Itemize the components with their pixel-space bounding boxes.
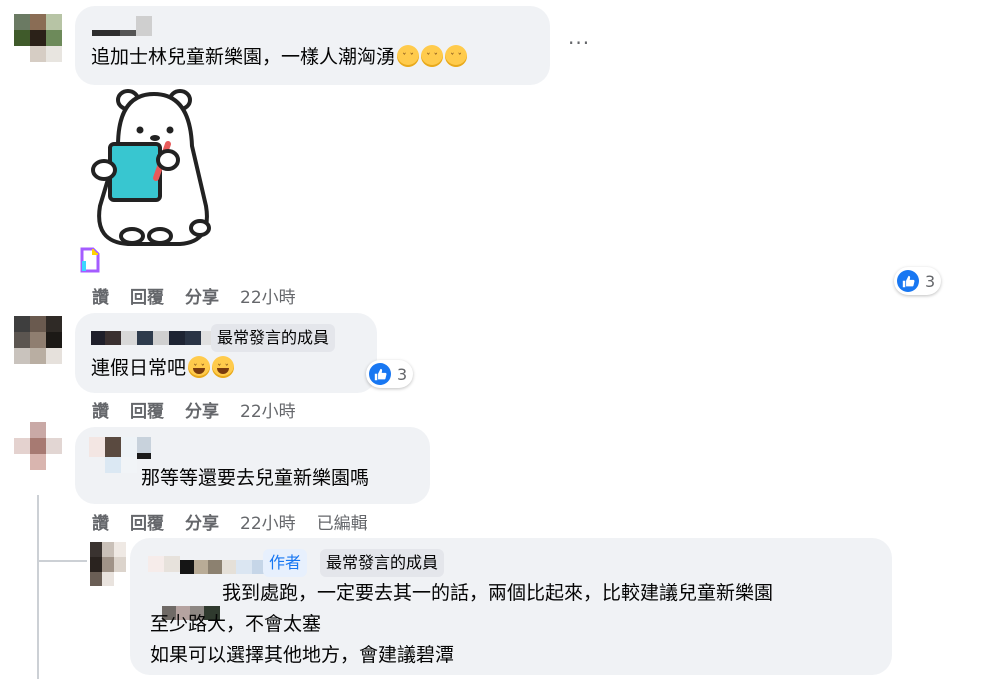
avatar[interactable]	[90, 542, 126, 586]
like-button[interactable]: 讚	[92, 514, 109, 534]
reply-thread-line	[37, 495, 39, 679]
reply-bubble: 我到處跑，一定要去其一的話，兩個比起來，比較建議兒童新樂園 至少路大，不會太塞 …	[130, 538, 892, 675]
comment-text: 連假日常吧	[91, 357, 187, 379]
rolling-laughing-face-icon	[212, 356, 235, 380]
avatar[interactable]	[14, 422, 62, 470]
top-contributor-badge[interactable]: 最常發言的成員	[211, 324, 336, 352]
timestamp[interactable]: 22小時	[240, 402, 296, 422]
comment-text: 追加士林兒童新樂園，一樣人潮洶湧	[91, 46, 396, 68]
comment-bubble: 那等等還要去兒童新樂園嗎	[75, 427, 430, 504]
polar-bear-holding-notebook-sticker[interactable]	[88, 86, 218, 250]
like-icon	[369, 363, 391, 385]
comment-text-row: 那等等還要去兒童新樂園嗎	[141, 463, 369, 493]
reply-button[interactable]: 回覆	[130, 402, 164, 422]
author-badge[interactable]: 作者	[263, 549, 308, 577]
like-button[interactable]: 讚	[92, 288, 109, 308]
reaction-count: 3	[925, 271, 936, 291]
reply-text-line: 至少路大，不會太塞	[150, 613, 322, 635]
top-contributor-badge[interactable]: 最常發言的成員	[320, 549, 445, 577]
comment-text: 那等等還要去兒童新樂園嗎	[141, 467, 370, 489]
comment-bubble: 追加士林兒童新樂園，一樣人潮洶湧	[75, 6, 550, 85]
share-button[interactable]: 分享	[185, 288, 219, 308]
reply-button[interactable]: 回覆	[130, 514, 164, 534]
reply-button[interactable]: 回覆	[130, 288, 164, 308]
thinking-face-icon	[445, 45, 468, 69]
more-options-icon[interactable]: ···	[568, 33, 590, 53]
reaction-summary[interactable]: 3	[894, 267, 942, 295]
comment-text-row: 連假日常吧	[91, 353, 235, 383]
reply-text: 我到處跑，一定要去其一的話，兩個比起來，比較建議兒童新樂園 至少路大，不會太塞 …	[150, 578, 774, 671]
author-name[interactable]	[91, 331, 213, 345]
reply-text-line: 如果可以選擇其他地方，會建議碧潭	[150, 644, 455, 666]
thinking-face-icon	[397, 45, 420, 69]
comment-text-row: 追加士林兒童新樂園，一樣人潮洶湧	[91, 42, 468, 72]
comment-actions: 讚 回覆 分享 22小時	[92, 397, 317, 422]
share-button[interactable]: 分享	[185, 402, 219, 422]
avatar[interactable]	[14, 316, 62, 364]
edited-label[interactable]: 已編輯	[317, 514, 368, 534]
author-name[interactable]	[92, 16, 152, 38]
comment-actions: 讚 回覆 分享 22小時	[92, 283, 317, 308]
sticker-source-icon[interactable]	[80, 247, 100, 273]
like-icon	[897, 270, 919, 292]
reaction-summary[interactable]: 3	[366, 360, 414, 388]
share-button[interactable]: 分享	[185, 514, 219, 534]
reply-thread-connector	[37, 560, 87, 562]
rolling-laughing-face-icon	[188, 356, 211, 380]
reaction-count: 3	[397, 364, 408, 384]
avatar[interactable]	[14, 14, 62, 62]
thinking-face-icon	[421, 45, 444, 69]
timestamp[interactable]: 22小時	[240, 288, 296, 308]
like-button[interactable]: 讚	[92, 402, 109, 422]
timestamp[interactable]: 22小時	[240, 514, 296, 534]
reply-text-line: 我到處跑，一定要去其一的話，兩個比起來，比較建議兒童新樂園	[222, 582, 774, 604]
comment-actions: 讚 回覆 分享 22小時 已編輯	[92, 509, 389, 534]
